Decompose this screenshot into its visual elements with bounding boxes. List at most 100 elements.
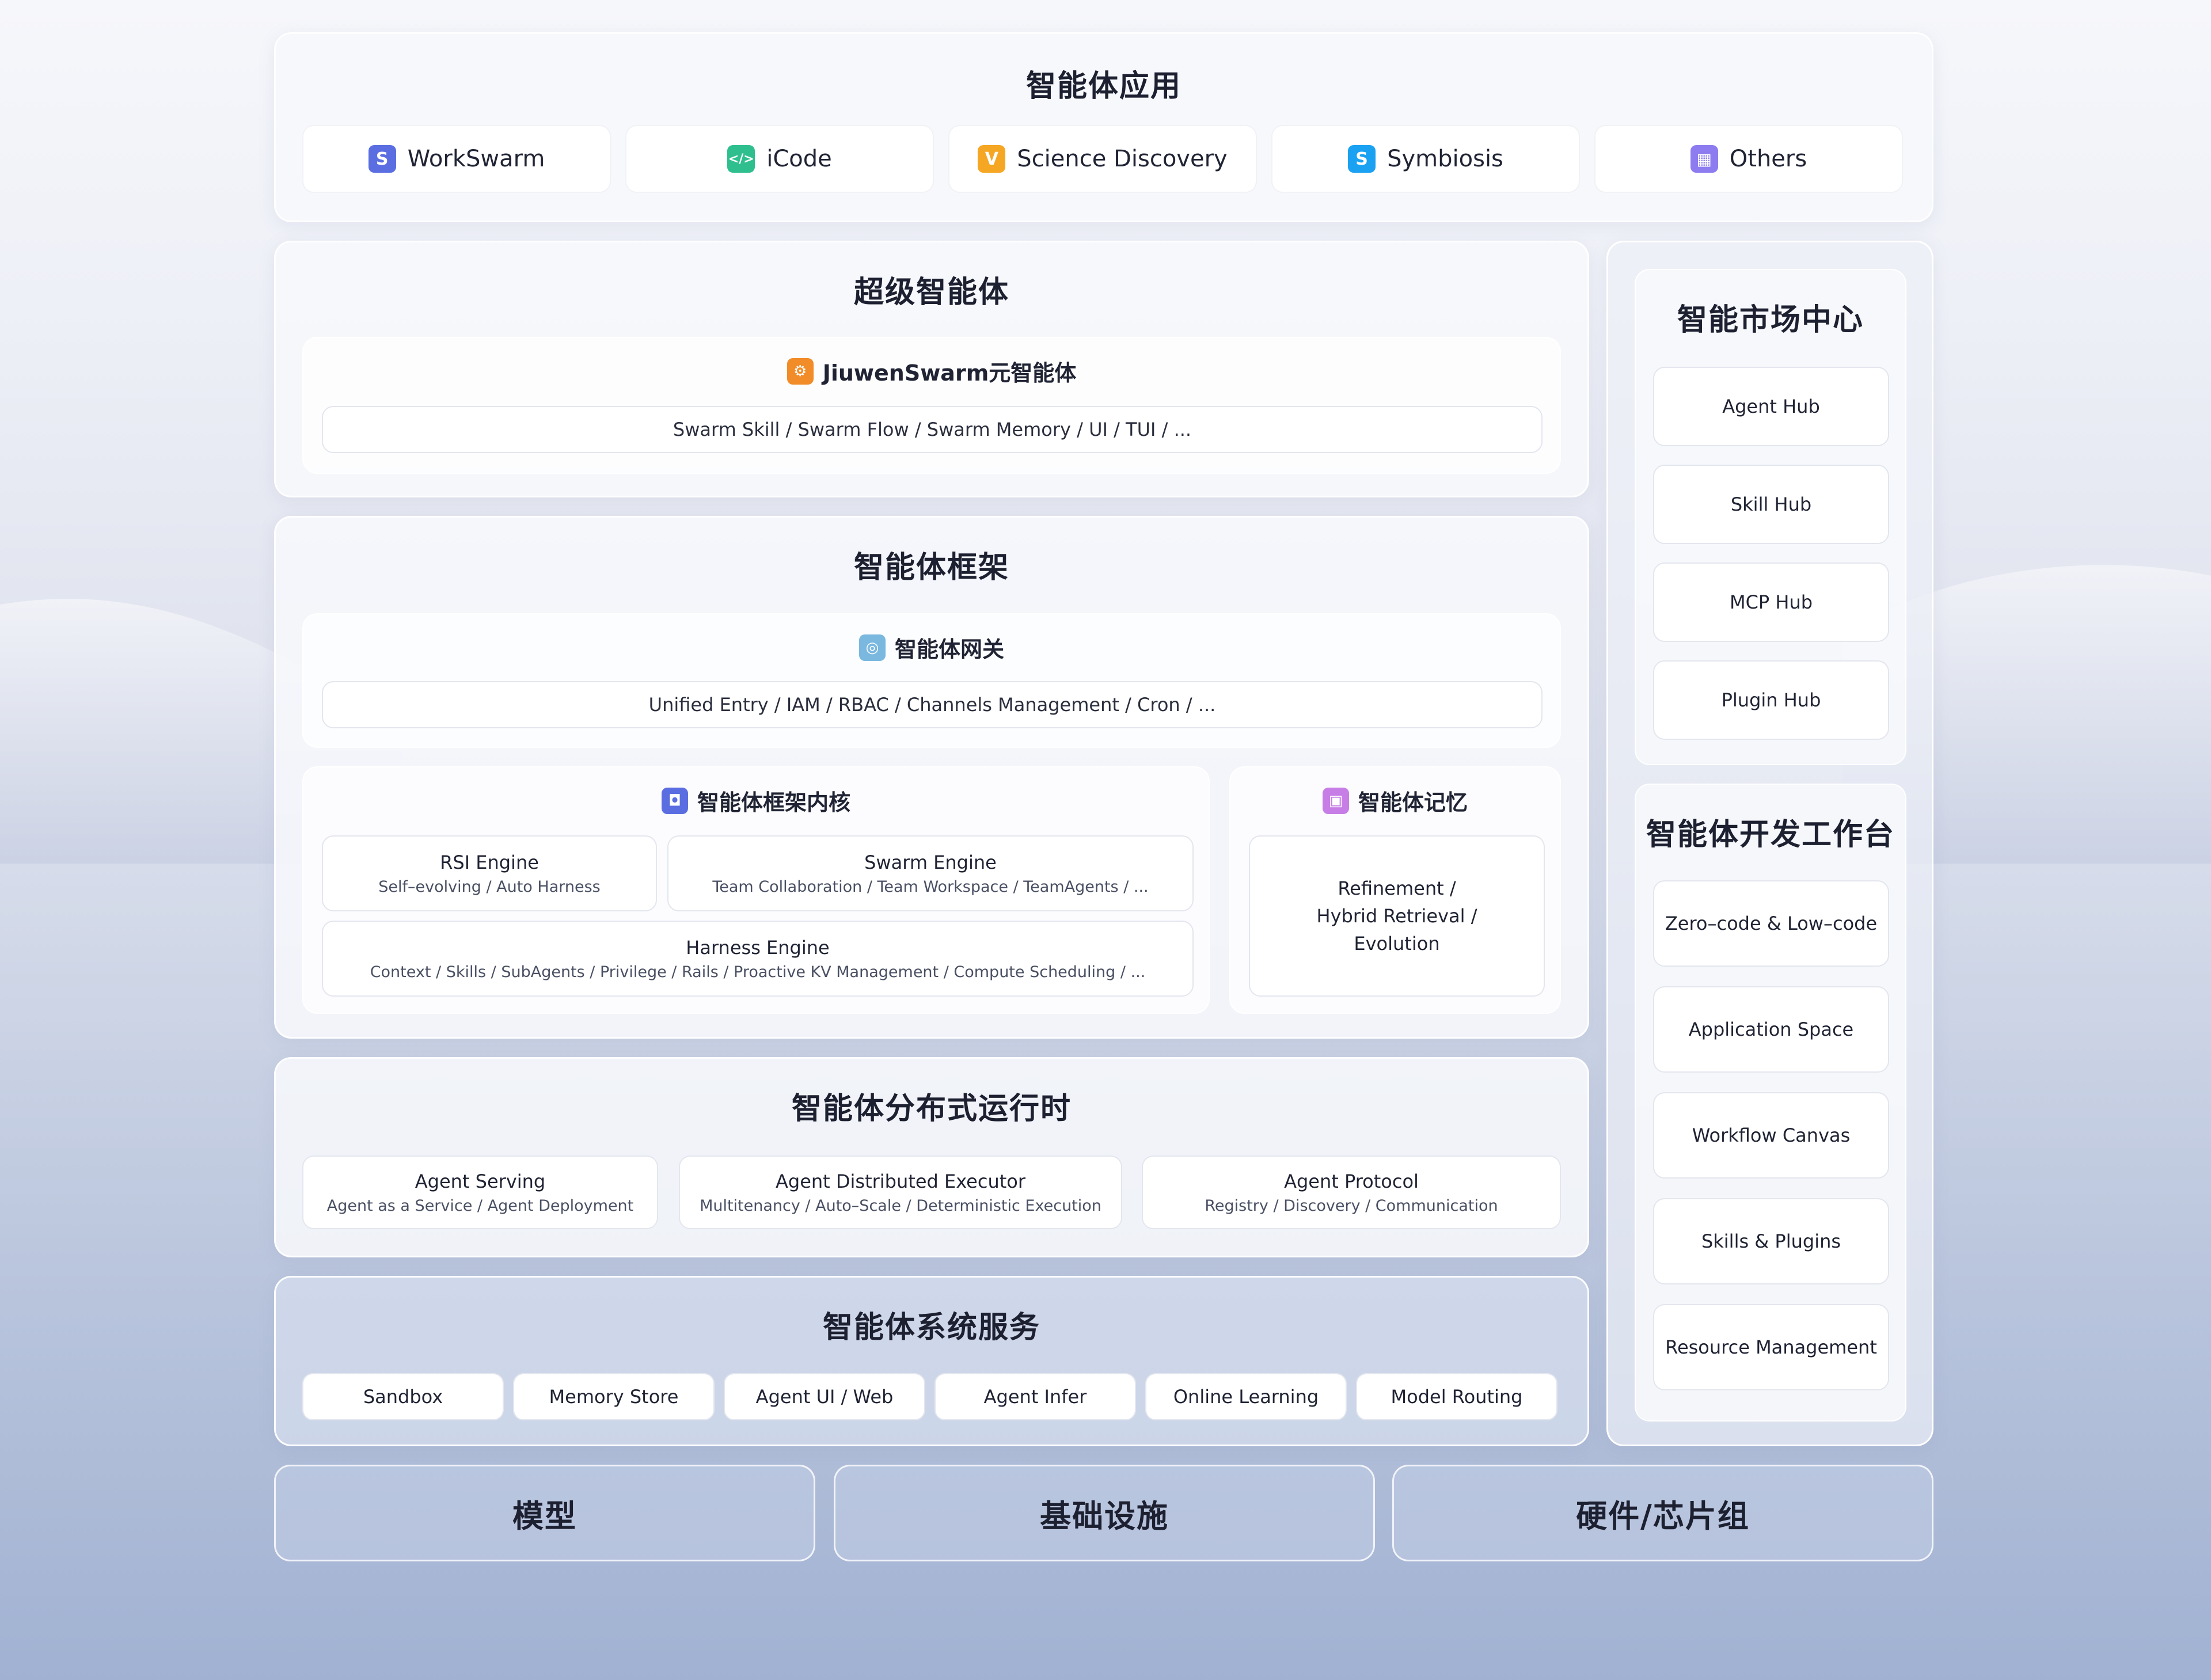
science-discovery-icon: V <box>978 145 1006 173</box>
workbench-title: 智能体开发工作台 <box>1646 818 1895 852</box>
app-label: WorkSwarm <box>407 146 545 172</box>
super-agent-title: 超级智能体 <box>853 275 1009 310</box>
code-icon: </> <box>727 145 755 173</box>
gateway-detail-text: Unified Entry / IAM / RBAC / Channels Ma… <box>648 694 1216 716</box>
service-label: Memory Store <box>549 1386 679 1408</box>
gateway-detail: Unified Entry / IAM / RBAC / Channels Ma… <box>322 681 1543 728</box>
workbench-label: Zero–code & Low–code <box>1665 913 1878 934</box>
zero-code-card[interactable]: Zero–code & Low–code <box>1653 880 1889 967</box>
kernel-title: 智能体框架内核 <box>697 790 850 815</box>
runtime-item-title: Agent Serving <box>415 1170 546 1192</box>
hub-label: Plugin Hub <box>1721 689 1821 711</box>
memory-icon: ▣ <box>1322 787 1349 814</box>
app-label: iCode <box>766 146 832 172</box>
services-title: 智能体系统服务 <box>822 1310 1040 1345</box>
memory-card[interactable]: Refinement / Hybrid Retrieval / Evolutio… <box>1249 835 1545 997</box>
workbench-box: 智能体开发工作台 Zero–code & Low–code Applicatio… <box>1635 784 1906 1421</box>
framework-title: 智能体框架 <box>853 550 1009 585</box>
workbench-label: Application Space <box>1688 1018 1854 1040</box>
foundation-label: 硬件/芯片组 <box>1576 1497 1750 1534</box>
apps-panel: 智能体应用 S WorkSwarm </> iCode V Science Di… <box>274 32 1933 222</box>
runtime-panel: 智能体分布式运行时 Agent Serving Agent as a Servi… <box>274 1057 1589 1257</box>
foundation-label: 模型 <box>512 1497 577 1534</box>
jiuwen-swarm-title: JiuwenSwarm元智能体 <box>822 360 1077 386</box>
app-science-discovery[interactable]: V Science Discovery <box>948 125 1257 193</box>
right-column-panel: 智能市场中心 Agent Hub Skill Hub MCP Hub Plugi… <box>1606 241 1933 1446</box>
harness-engine-title: Harness Engine <box>686 936 830 959</box>
gateway-icon: ◎ <box>858 634 886 661</box>
runtime-item-detail: Registry / Discovery / Communication <box>1205 1196 1498 1215</box>
plugin-hub-card[interactable]: Plugin Hub <box>1653 660 1889 740</box>
application-space-card[interactable]: Application Space <box>1653 986 1889 1073</box>
memory-title: 智能体记忆 <box>1358 790 1468 815</box>
service-label: Online Learning <box>1173 1386 1319 1408</box>
service-model-routing[interactable]: Model Routing <box>1356 1373 1557 1420</box>
rsi-engine-card[interactable]: RSI Engine Self–evolving / Auto Harness <box>322 835 657 911</box>
service-sandbox[interactable]: Sandbox <box>302 1373 504 1420</box>
hub-label: Agent Hub <box>1722 396 1820 417</box>
service-label: Model Routing <box>1391 1386 1523 1408</box>
agent-executor-card[interactable]: Agent Distributed Executor Multitenancy … <box>679 1156 1122 1229</box>
memory-line-2: Hybrid Retrieval / <box>1316 905 1477 927</box>
workflow-canvas-card[interactable]: Workflow Canvas <box>1653 1092 1889 1179</box>
rsi-engine-title: RSI Engine <box>440 851 539 873</box>
app-others[interactable]: ▦ Others <box>1594 125 1903 193</box>
resource-management-card[interactable]: Resource Management <box>1653 1304 1889 1390</box>
harness-engine-detail: Context / Skills / SubAgents / Privilege… <box>370 963 1146 981</box>
runtime-title: 智能体分布式运行时 <box>791 1092 1072 1126</box>
hub-label: Skill Hub <box>1730 493 1812 515</box>
foundation-models[interactable]: 模型 <box>274 1465 815 1561</box>
workbench-label: Skills & Plugins <box>1701 1230 1841 1252</box>
framework-panel: 智能体框架 ◎ 智能体网关 Unified Entry / IAM / RBAC… <box>274 516 1589 1039</box>
jiuwen-swarm-box: ⚙ JiuwenSwarm元智能体 Swarm Skill / Swarm Fl… <box>302 337 1561 474</box>
market-title: 智能市场中心 <box>1677 303 1864 337</box>
agent-protocol-card[interactable]: Agent Protocol Registry / Discovery / Co… <box>1142 1156 1561 1229</box>
runtime-item-detail: Agent as a Service / Agent Deployment <box>326 1196 634 1215</box>
workbench-label: Resource Management <box>1665 1336 1877 1358</box>
swarm-detail: Swarm Skill / Swarm Flow / Swarm Memory … <box>322 406 1543 453</box>
kernel-heading: ◘ 智能体框架内核 <box>303 785 1209 816</box>
skills-plugins-card[interactable]: Skills & Plugins <box>1653 1198 1889 1284</box>
swarm-gear-icon: ⚙ <box>787 358 814 385</box>
service-online-learning[interactable]: Online Learning <box>1145 1373 1347 1420</box>
service-label: Sandbox <box>363 1386 443 1408</box>
foundation-label: 基础设施 <box>1040 1497 1169 1534</box>
foundation-infrastructure[interactable]: 基础设施 <box>834 1465 1375 1561</box>
app-label: Symbiosis <box>1387 146 1503 172</box>
hub-label: MCP Hub <box>1729 591 1813 613</box>
skill-hub-card[interactable]: Skill Hub <box>1653 465 1889 544</box>
agent-hub-card[interactable]: Agent Hub <box>1653 367 1889 446</box>
mcp-hub-card[interactable]: MCP Hub <box>1653 562 1889 642</box>
app-label: Others <box>1729 146 1807 172</box>
apps-title: 智能体应用 <box>1025 69 1182 104</box>
workbench-label: Workflow Canvas <box>1692 1124 1851 1146</box>
workswarm-icon: S <box>368 145 396 173</box>
jiuwen-swarm-heading: ⚙ JiuwenSwarm元智能体 <box>303 355 1560 387</box>
service-agent-ui-web[interactable]: Agent UI / Web <box>724 1373 925 1420</box>
app-icode[interactable]: </> iCode <box>625 125 934 193</box>
harness-engine-card[interactable]: Harness Engine Context / Skills / SubAge… <box>322 921 1194 997</box>
agent-serving-card[interactable]: Agent Serving Agent as a Service / Agent… <box>302 1156 658 1229</box>
swarm-engine-detail: Team Collaboration / Team Workspace / Te… <box>712 877 1149 896</box>
service-memory-store[interactable]: Memory Store <box>513 1373 715 1420</box>
super-agent-panel: 超级智能体 ⚙ JiuwenSwarm元智能体 Swarm Skill / Sw… <box>274 241 1589 497</box>
kernel-box: ◘ 智能体框架内核 RSI Engine Self–evolving / Aut… <box>302 766 1210 1014</box>
gateway-box: ◎ 智能体网关 Unified Entry / IAM / RBAC / Cha… <box>302 613 1561 748</box>
service-agent-infer[interactable]: Agent Infer <box>934 1373 1136 1420</box>
grid-icon: ▦ <box>1690 145 1718 173</box>
service-label: Agent UI / Web <box>755 1386 894 1408</box>
foundation-hardware[interactable]: 硬件/芯片组 <box>1392 1465 1933 1561</box>
swarm-engine-card[interactable]: Swarm Engine Team Collaboration / Team W… <box>667 835 1194 911</box>
gateway-title: 智能体网关 <box>894 637 1004 662</box>
service-label: Agent Infer <box>983 1386 1087 1408</box>
memory-heading: ▣ 智能体记忆 <box>1230 785 1560 816</box>
swarm-engine-title: Swarm Engine <box>864 851 997 873</box>
app-symbiosis[interactable]: S Symbiosis <box>1271 125 1580 193</box>
runtime-item-title: Agent Protocol <box>1284 1170 1419 1192</box>
gateway-heading: ◎ 智能体网关 <box>303 632 1560 663</box>
memory-line-3: Evolution <box>1354 933 1440 955</box>
runtime-item-detail: Multitenancy / Auto–Scale / Deterministi… <box>700 1196 1101 1215</box>
swarm-detail-text: Swarm Skill / Swarm Flow / Swarm Memory … <box>673 419 1192 440</box>
app-workswarm[interactable]: S WorkSwarm <box>302 125 611 193</box>
agent-memory-box: ▣ 智能体记忆 Refinement / Hybrid Retrieval / … <box>1229 766 1561 1014</box>
